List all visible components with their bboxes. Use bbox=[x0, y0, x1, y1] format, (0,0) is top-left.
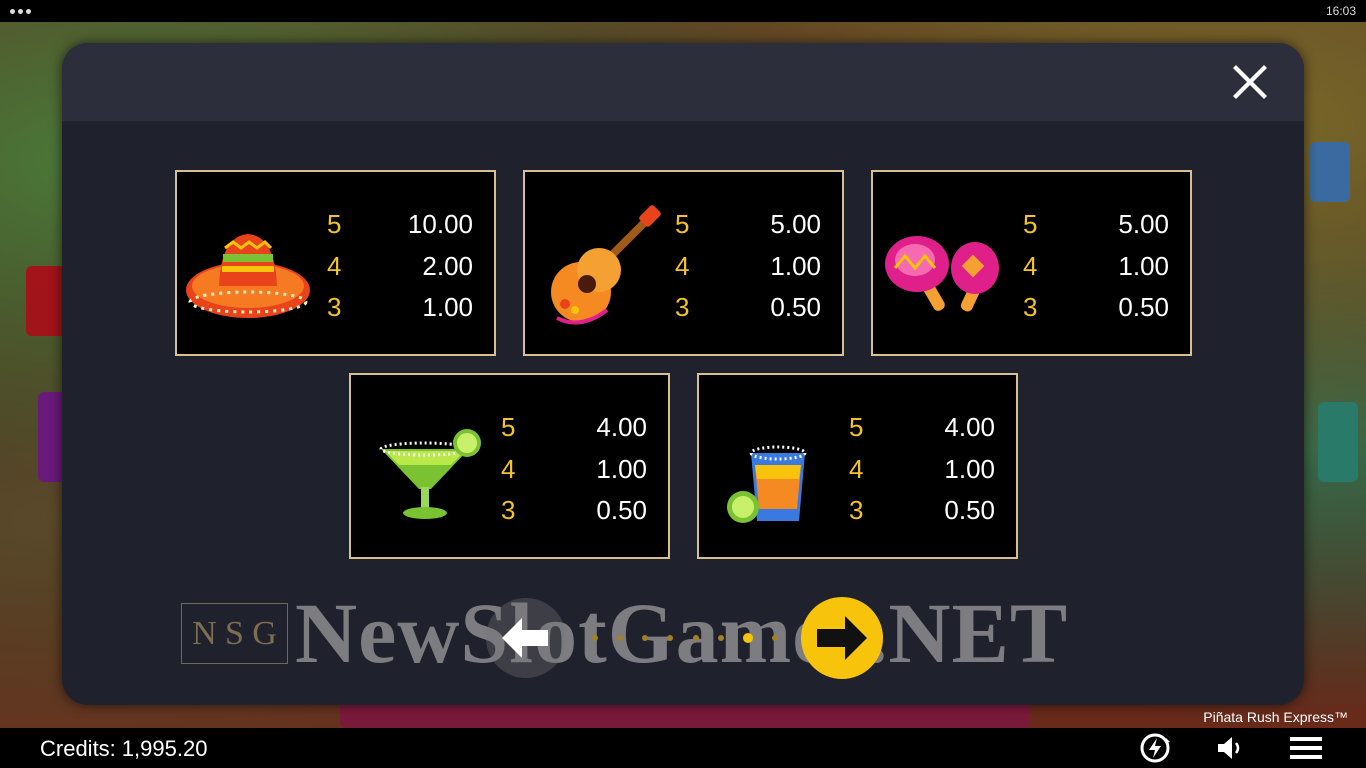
close-icon bbox=[1233, 65, 1267, 99]
more-options-icon[interactable] bbox=[10, 8, 31, 14]
pay-list: 5 5.00 4 1.00 3 0.50 bbox=[675, 204, 835, 329]
close-button[interactable] bbox=[1230, 61, 1270, 101]
guitar-icon bbox=[551, 205, 661, 325]
pay-count: 3 bbox=[1023, 292, 1038, 323]
pay-count: 3 bbox=[849, 495, 864, 526]
pay-count: 4 bbox=[675, 250, 690, 281]
pay-row: 3 0.50 bbox=[675, 287, 835, 329]
pay-count: 5 bbox=[1023, 209, 1038, 240]
pay-value: 0.50 bbox=[770, 292, 821, 323]
pay-list: 5 5.00 4 1.00 3 0.50 bbox=[1023, 204, 1183, 329]
paytable-card-tequila-shot: 5 4.00 4 1.00 3 0.50 bbox=[697, 373, 1018, 559]
tequila-shot-icon bbox=[727, 445, 807, 523]
page-dot[interactable] bbox=[717, 635, 724, 641]
paytable-card-guitar: 5 5.00 4 1.00 3 0.50 bbox=[523, 170, 844, 356]
status-bar: 16:03 bbox=[0, 0, 1366, 22]
bottom-bar: Credits: 1,995.20 bbox=[0, 728, 1366, 768]
pay-list: 5 4.00 4 1.00 3 0.50 bbox=[501, 407, 661, 532]
paytable-card-margarita: 5 4.00 4 1.00 3 0.50 bbox=[349, 373, 670, 559]
dialog-header bbox=[62, 43, 1304, 121]
speaker-icon bbox=[1218, 737, 1240, 759]
pay-count: 5 bbox=[327, 209, 342, 240]
page-dot[interactable] bbox=[592, 635, 598, 641]
pay-count: 5 bbox=[849, 412, 864, 443]
pay-row: 5 10.00 bbox=[327, 204, 487, 246]
turbo-icon bbox=[1140, 733, 1170, 763]
credits-display: Credits: 1,995.20 bbox=[40, 736, 207, 762]
pay-value: 1.00 bbox=[596, 453, 647, 484]
menu-button[interactable] bbox=[1288, 732, 1324, 764]
pay-value: 4.00 bbox=[596, 412, 647, 443]
page-dot[interactable] bbox=[742, 633, 753, 643]
pay-count: 5 bbox=[501, 412, 516, 443]
pay-row: 4 1.00 bbox=[501, 449, 661, 491]
pay-row: 5 5.00 bbox=[1023, 204, 1183, 246]
background-decoration bbox=[1310, 142, 1350, 202]
pay-count: 4 bbox=[501, 453, 516, 484]
pay-row: 3 1.00 bbox=[327, 287, 487, 329]
pay-value: 1.00 bbox=[944, 453, 995, 484]
pay-list: 5 4.00 4 1.00 3 0.50 bbox=[849, 407, 1009, 532]
pay-value: 1.00 bbox=[422, 292, 473, 323]
credits-value: 1,995.20 bbox=[121, 736, 208, 761]
pay-row: 4 2.00 bbox=[327, 246, 487, 288]
pay-value: 0.50 bbox=[596, 495, 647, 526]
watermark-logo-letter: G bbox=[252, 614, 277, 652]
pay-count: 4 bbox=[849, 453, 864, 484]
background-decoration bbox=[26, 266, 66, 336]
pay-row: 3 0.50 bbox=[501, 490, 661, 532]
pay-value: 5.00 bbox=[1118, 209, 1169, 240]
page-dot[interactable] bbox=[617, 635, 624, 641]
pay-value: 5.00 bbox=[770, 209, 821, 240]
arrow-right-icon bbox=[817, 616, 867, 660]
pay-count: 3 bbox=[675, 292, 690, 323]
pay-count: 4 bbox=[327, 250, 342, 281]
page-dot[interactable] bbox=[692, 635, 699, 641]
pay-row: 3 0.50 bbox=[1023, 287, 1183, 329]
sound-button[interactable] bbox=[1212, 732, 1248, 764]
pay-value: 1.00 bbox=[770, 250, 821, 281]
credits-label: Credits: bbox=[40, 736, 116, 761]
watermark-logo: N S G bbox=[181, 603, 288, 664]
game-title: Piñata Rush Express™ bbox=[1203, 709, 1348, 725]
paytable-card-maracas: 5 5.00 4 1.00 3 0.50 bbox=[871, 170, 1192, 356]
pay-value: 2.00 bbox=[422, 250, 473, 281]
hamburger-menu-icon bbox=[1290, 737, 1322, 759]
pay-value: 0.50 bbox=[944, 495, 995, 526]
paytable-card-sombrero: 5 10.00 4 2.00 3 1.00 bbox=[175, 170, 496, 356]
pay-count: 3 bbox=[327, 292, 342, 323]
pay-count: 4 bbox=[1023, 250, 1038, 281]
pay-row: 4 1.00 bbox=[675, 246, 835, 288]
margarita-icon bbox=[379, 429, 481, 519]
page-indicator bbox=[592, 632, 778, 644]
pay-value: 0.50 bbox=[1118, 292, 1169, 323]
pay-count: 5 bbox=[675, 209, 690, 240]
pay-count: 3 bbox=[501, 495, 516, 526]
pay-row: 4 1.00 bbox=[1023, 246, 1183, 288]
page-dot[interactable] bbox=[771, 635, 778, 641]
previous-page-button[interactable] bbox=[486, 598, 566, 678]
maracas-icon bbox=[885, 236, 999, 312]
watermark-logo-letter: S bbox=[225, 614, 244, 652]
clock: 16:03 bbox=[1325, 4, 1356, 18]
pay-row: 5 5.00 bbox=[675, 204, 835, 246]
page-dot[interactable] bbox=[667, 635, 674, 641]
pay-value: 4.00 bbox=[944, 412, 995, 443]
reel-frame bbox=[340, 702, 1030, 728]
pay-row: 3 0.50 bbox=[849, 490, 1009, 532]
background-decoration bbox=[1318, 402, 1358, 482]
pay-list: 5 10.00 4 2.00 3 1.00 bbox=[327, 204, 487, 329]
pay-row: 5 4.00 bbox=[849, 407, 1009, 449]
sombrero-icon bbox=[186, 234, 310, 318]
pay-value: 1.00 bbox=[1118, 250, 1169, 281]
pay-row: 5 4.00 bbox=[501, 407, 661, 449]
pay-row: 4 1.00 bbox=[849, 449, 1009, 491]
arrow-left-icon bbox=[502, 618, 548, 658]
page-dot[interactable] bbox=[642, 635, 649, 641]
turbo-button[interactable] bbox=[1137, 732, 1173, 764]
pay-value: 10.00 bbox=[407, 209, 473, 240]
watermark-logo-letter: N bbox=[192, 614, 217, 652]
next-page-button[interactable] bbox=[801, 597, 883, 679]
